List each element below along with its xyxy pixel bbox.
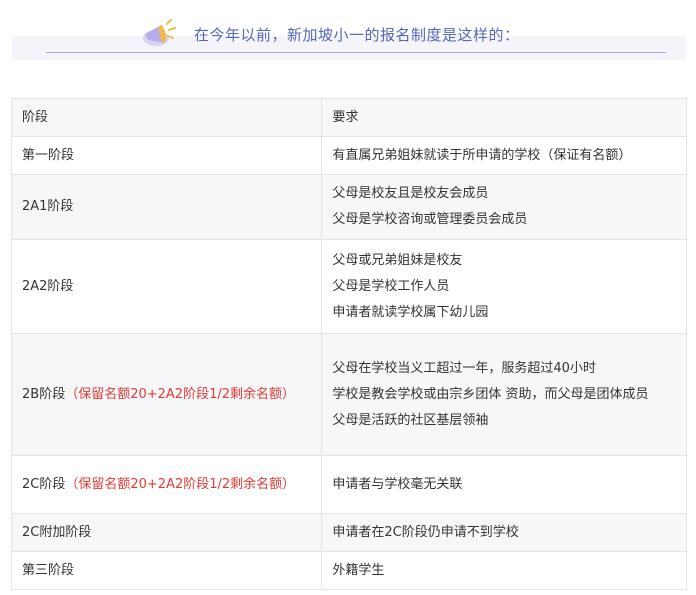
column-header-stage: 阶段 [10,98,323,137]
stage-cell: 2A1阶段 [10,174,323,240]
enrollment-table: 阶段 要求 第一阶段 有直属兄弟姐妹就读于所申请的学校（保证有名额） 2A1阶段… [10,98,687,590]
requirements-cell: 父母是校友且是校友会成员 父母是学校咨询或管理委员会成员 [321,174,687,240]
stage-cell: 2B阶段（保留名额20+2A2阶段1/2剩余名额） [10,333,323,456]
requirement-item: 父母是校友且是校友会成员 [332,186,489,201]
column-header-requirements: 要求 [321,98,687,137]
stage-name: 2A1阶段 [22,199,74,214]
table-row: 2C阶段（保留名额20+2A2阶段1/2剩余名额） 申请者与学校毫无关联 [10,455,687,514]
requirement-item: 父母是学校咨询或管理委员会成员 [332,212,528,227]
stage-cell: 第一阶段 [10,136,323,175]
stage-name: 2B阶段 [22,386,66,402]
table-header-row: 阶段 要求 [10,98,687,137]
requirement-item: 父母是学校工作人员 [332,278,450,294]
requirement-item: 申请者在2C阶段仍申请不到学校 [332,524,519,540]
requirements-cell: 父母或兄弟姐妹是校友 父母是学校工作人员 申请者就读学校属下幼儿园 [321,239,687,334]
requirements-cell: 申请者在2C阶段仍申请不到学校 [321,513,687,552]
requirement-item: 申请者就读学校属下幼儿园 [332,304,489,320]
megaphone-icon [143,19,176,46]
stage-quota-note: （保留名额20+2A2阶段1/2剩余名额） [65,386,295,402]
requirement-item: 父母是活跃的社区基层领袖 [332,412,489,428]
stage-name: 第三阶段 [22,562,75,578]
requirements-cell: 外籍学生 [321,551,687,590]
requirements-cell: 申请者与学校毫无关联 [321,455,687,514]
requirement-item: 外籍学生 [332,562,385,578]
table-row: 2B阶段（保留名额20+2A2阶段1/2剩余名额） 父母在学校当义工超过一年，服… [10,333,687,456]
table-row: 第一阶段 有直属兄弟姐妹就读于所申请的学校（保证有名额） [10,136,687,175]
stage-name: 2C阶段 [22,476,66,492]
table-row: 2C附加阶段 申请者在2C阶段仍申请不到学校 [10,513,687,552]
requirement-item: 父母或兄弟姐妹是校友 [332,252,463,268]
requirement-item: 学校是教会学校或由宗乡团体 资助，而父母是团体成员 [332,386,649,402]
stage-cell: 2C阶段（保留名额20+2A2阶段1/2剩余名额） [10,455,323,514]
requirements-cell: 有直属兄弟姐妹就读于所申请的学校（保证有名额） [321,136,687,175]
header-underline [46,52,666,53]
requirement-item: 父母在学校当义工超过一年，服务超过40小时 [332,360,596,376]
requirement-item: 申请者与学校毫无关联 [332,476,463,492]
stage-cell: 2C附加阶段 [10,513,323,552]
table-row: 2A1阶段 父母是校友且是校友会成员 父母是学校咨询或管理委员会成员 [10,174,687,240]
stage-quota-note: （保留名额20+2A2阶段1/2剩余名额） [65,476,296,492]
section-header: 在今年以前，新加坡小一的报名制度是这样的： [12,0,686,62]
stage-name: 第一阶段 [22,147,75,163]
requirement-item: 有直属兄弟姐妹就读于所申请的学校（保证有名额） [332,147,632,163]
stage-cell: 第三阶段 [10,551,323,590]
stage-name: 2C附加阶段 [22,524,92,540]
section-title: 在今年以前，新加坡小一的报名制度是这样的： [194,26,520,44]
requirements-cell: 父母在学校当义工超过一年，服务超过40小时 学校是教会学校或由宗乡团体 资助，而… [321,333,687,456]
table-row: 2A2阶段 父母或兄弟姐妹是校友 父母是学校工作人员 申请者就读学校属下幼儿园 [10,239,687,334]
stage-cell: 2A2阶段 [10,239,323,334]
stage-name: 2A2阶段 [22,278,74,294]
table-row: 第三阶段 外籍学生 [10,551,687,590]
